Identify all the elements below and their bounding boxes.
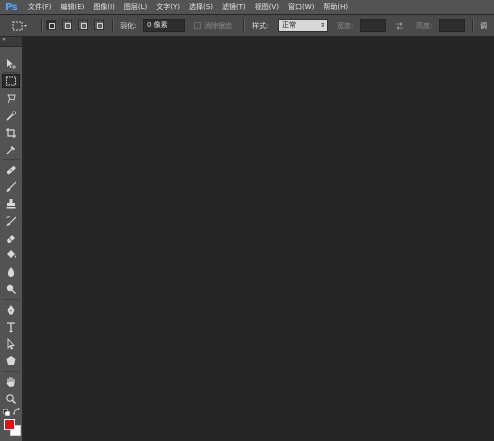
options-bar: 羽化: 0 像素 消除锯齿 样式: 正常 ⇕ 宽度: 高度: 调 — [0, 15, 494, 37]
dodge-tool[interactable] — [2, 282, 20, 296]
options-separator — [41, 19, 43, 32]
tool-panel-header: » — [0, 36, 22, 47]
clone-stamp-tool-icon — [6, 199, 16, 209]
hand-tool-icon — [6, 376, 15, 387]
blur-tool-icon — [7, 267, 15, 277]
intersect-selection-button[interactable] — [94, 20, 104, 30]
marquee-tool-icon — [6, 76, 16, 86]
brush-tool[interactable] — [2, 180, 20, 194]
menu-bar: Ps 文件(F) 编辑(E) 图像(I) 图层(L) 文字(Y) 选择(S) 滤… — [0, 0, 494, 14]
eyedropper-tool[interactable] — [2, 143, 20, 157]
shape-tool-icon — [6, 356, 16, 365]
zoom-tool-icon — [6, 394, 17, 405]
swap-arrows-icon — [396, 21, 403, 30]
shape-tool[interactable] — [2, 354, 20, 368]
menu-file[interactable]: 文件(F) — [28, 0, 52, 14]
style-label: 样式: — [252, 21, 269, 30]
pen-tool[interactable] — [2, 303, 20, 317]
refine-edge-label: 调 — [480, 21, 487, 30]
width-label: 宽度: — [337, 21, 354, 30]
healing-brush-tool[interactable] — [2, 163, 20, 177]
history-brush-tool-icon — [6, 216, 17, 226]
marquee-tool[interactable] — [2, 74, 20, 88]
dodge-tool-icon — [6, 284, 16, 294]
options-separator — [472, 19, 474, 32]
paint-bucket-tool[interactable] — [2, 248, 20, 262]
brush-tool-icon — [6, 181, 17, 192]
antialias-checkbox[interactable] — [194, 22, 201, 29]
refine-edge-button[interactable]: 调 — [480, 15, 487, 36]
updown-arrow-icon: ⇕ — [319, 22, 325, 29]
add-to-selection-button[interactable] — [62, 20, 72, 30]
tool-preset-picker[interactable] — [12, 15, 28, 36]
quick-select-tool[interactable] — [2, 109, 20, 123]
lasso-tool-icon — [7, 94, 16, 104]
type-tool[interactable] — [2, 320, 20, 334]
eraser-tool[interactable] — [2, 231, 20, 245]
new-selection-button[interactable] — [46, 20, 56, 30]
clone-stamp-tool[interactable] — [2, 197, 20, 211]
options-separator — [112, 19, 114, 32]
menu-select[interactable]: 选择(S) — [189, 0, 213, 14]
eraser-tool-icon — [7, 235, 15, 243]
blur-tool[interactable] — [2, 265, 20, 279]
foreground-color-swatch[interactable] — [4, 419, 15, 430]
crop-tool-icon — [6, 128, 16, 138]
subtract-from-selection-button[interactable] — [78, 20, 88, 30]
menu-layer[interactable]: 图层(L) — [124, 0, 147, 14]
history-brush-tool[interactable] — [2, 214, 20, 228]
menu-view[interactable]: 视图(V) — [255, 0, 279, 14]
width-input[interactable] — [360, 19, 386, 32]
default-colors-icon[interactable] — [3, 409, 10, 416]
tool-panel — [0, 47, 23, 441]
hand-tool[interactable] — [2, 375, 20, 389]
style-select-value: 正常 — [282, 21, 296, 29]
path-select-tool-icon — [7, 338, 16, 350]
quick-select-tool-icon — [6, 110, 17, 121]
style-select[interactable]: 正常 ⇕ — [278, 19, 328, 32]
options-separator — [243, 19, 245, 32]
menu-edit[interactable]: 编辑(E) — [61, 0, 85, 14]
healing-brush-tool-icon — [6, 166, 16, 175]
move-tool-icon — [7, 59, 16, 69]
swap-width-height-button[interactable] — [395, 15, 404, 36]
height-label: 高度: — [416, 21, 433, 30]
paint-bucket-tool-icon — [7, 250, 16, 258]
path-select-tool[interactable] — [2, 337, 20, 351]
lasso-tool[interactable] — [2, 92, 20, 106]
crop-tool[interactable] — [2, 126, 20, 140]
menu-filter[interactable]: 滤镜(T) — [222, 0, 246, 14]
eyedropper-tool-icon — [6, 146, 15, 155]
zoom-tool[interactable] — [2, 392, 20, 406]
menu-help[interactable]: 帮助(H) — [323, 0, 348, 14]
canvas-workspace[interactable] — [23, 37, 494, 441]
swap-colors-icon[interactable] — [13, 408, 21, 416]
feather-input[interactable]: 0 像素 — [143, 19, 185, 32]
move-tool[interactable] — [2, 57, 20, 71]
marquee-preset-icon — [12, 21, 27, 30]
collapse-arrows-icon[interactable]: » — [2, 36, 6, 43]
menu-image[interactable]: 图像(I) — [93, 0, 115, 14]
pen-tool-icon — [7, 305, 15, 315]
antialias-label: 消除锯齿 — [204, 21, 232, 30]
menu-window[interactable]: 窗口(W) — [288, 0, 314, 14]
ps-logo: Ps — [4, 1, 18, 13]
feather-label: 羽化: — [120, 21, 137, 30]
menu-type[interactable]: 文字(Y) — [156, 0, 180, 14]
type-tool-icon — [7, 322, 15, 333]
height-input[interactable] — [439, 19, 465, 32]
